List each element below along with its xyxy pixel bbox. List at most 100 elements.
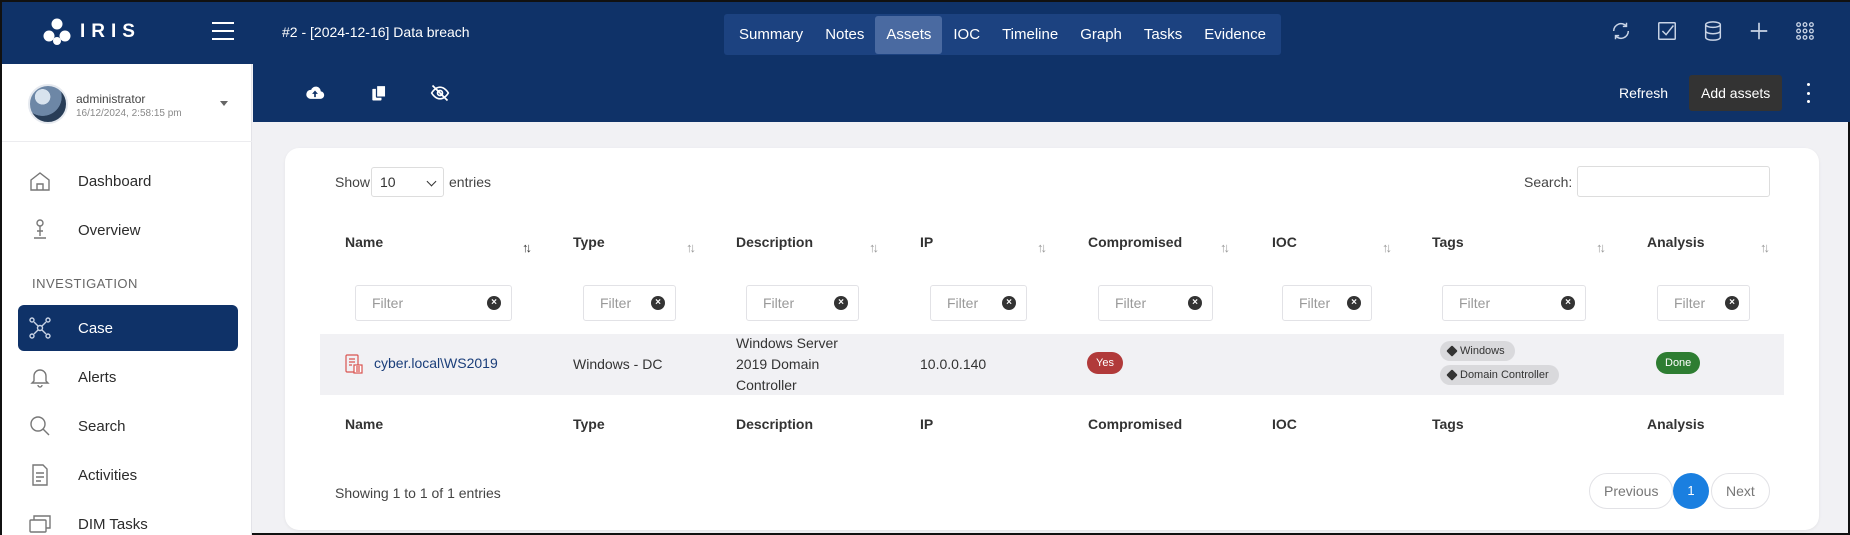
filter-input-description[interactable]: Filter × <box>746 285 859 321</box>
refresh-button[interactable]: Refresh <box>1609 76 1678 110</box>
table-row[interactable] <box>320 334 1784 395</box>
assets-toolbar: Refresh Add assets <box>253 64 1850 122</box>
document-icon <box>32 464 48 486</box>
clear-filter-icon[interactable]: × <box>1725 296 1739 310</box>
sort-icon[interactable]: ↑↓ <box>1760 240 1770 255</box>
sort-icon[interactable]: ↑↓ <box>1382 240 1392 255</box>
caret-down-icon[interactable] <box>220 101 228 106</box>
clear-filter-icon[interactable]: × <box>834 296 848 310</box>
case-title: #2 - [2024-12-16] Data breach <box>282 24 470 40</box>
filter-input-ip[interactable]: Filter × <box>930 285 1027 321</box>
sidebar-item-alerts[interactable]: Alerts <box>18 354 238 400</box>
column-header-ip[interactable]: IP <box>920 234 933 250</box>
sidebar-item-label: DIM Tasks <box>78 515 148 533</box>
column-header-name[interactable]: Name <box>345 234 383 250</box>
next-page-button[interactable]: Next <box>1711 473 1770 509</box>
sidebar-section-label: INVESTIGATION <box>32 276 138 291</box>
column-header-tags[interactable]: Tags <box>1432 234 1464 250</box>
filter-input-tags[interactable]: Filter × <box>1442 285 1586 321</box>
sidebar-item-overview[interactable]: Overview <box>18 207 238 253</box>
column-header-type[interactable]: Type <box>573 234 605 250</box>
sort-icon[interactable]: ↑↓ <box>686 240 696 255</box>
tag-label: Windows <box>1460 345 1505 357</box>
sidebar-item-case[interactable]: Case <box>18 305 238 351</box>
sort-icon[interactable]: ↑↓ <box>1596 240 1606 255</box>
sidebar-item-label: Overview <box>78 221 141 239</box>
overview-icon <box>34 219 46 239</box>
grid-icon[interactable] <box>1794 20 1816 42</box>
add-assets-button[interactable]: Add assets <box>1689 75 1783 111</box>
cloud-upload-icon[interactable] <box>305 83 325 103</box>
sort-icon[interactable]: ↑↓ <box>869 240 879 255</box>
tab-graph[interactable]: Graph <box>1069 16 1133 54</box>
refresh-icon[interactable] <box>1610 20 1632 42</box>
footer-header-name: Name <box>345 416 384 432</box>
sort-icon[interactable]: ↑↓ <box>522 240 532 255</box>
tab-ioc[interactable]: IOC <box>942 16 991 54</box>
asset-name-link[interactable]: cyber.local\WS2019 <box>374 355 498 371</box>
tab-tasks[interactable]: Tasks <box>1133 16 1193 54</box>
checkbox-icon[interactable] <box>1656 20 1678 42</box>
search-label: Search: <box>1524 174 1573 190</box>
tab-assets[interactable]: Assets <box>875 15 943 54</box>
filter-input-compromised[interactable]: Filter × <box>1098 285 1213 321</box>
previous-page-button[interactable]: Previous <box>1589 473 1674 509</box>
sidebar-item-dashboard[interactable]: Dashboard <box>18 158 238 204</box>
page-1-button[interactable]: 1 <box>1673 473 1709 509</box>
menu-toggle-icon[interactable] <box>212 22 234 40</box>
compromised-badge: Yes <box>1087 352 1123 374</box>
more-options-icon[interactable] <box>1804 83 1812 103</box>
filter-placeholder: Filter <box>1459 295 1491 311</box>
bell-icon <box>30 369 50 388</box>
filter-input-ioc[interactable]: Filter × <box>1282 285 1372 321</box>
sidebar-item-label: Alerts <box>78 368 117 386</box>
filter-input-type[interactable]: Filter × <box>583 285 676 321</box>
page-size-select[interactable]: 10 <box>371 167 444 197</box>
asset-type: Windows - DC <box>573 356 663 372</box>
tab-timeline[interactable]: Timeline <box>991 16 1069 54</box>
clear-filter-icon[interactable]: × <box>487 296 501 310</box>
footer-header-tags: Tags <box>1432 416 1464 432</box>
clear-filter-icon[interactable]: × <box>651 296 665 310</box>
sidebar-item-dim-tasks[interactable]: DIM Tasks <box>18 501 238 535</box>
user-panel[interactable]: administrator 16/12/2024, 2:58:15 pm <box>2 64 252 142</box>
column-header-compromised[interactable]: Compromised <box>1088 234 1182 250</box>
entries-label: entries <box>449 174 492 190</box>
plus-icon[interactable] <box>1748 20 1770 42</box>
clear-filter-icon[interactable]: × <box>1188 296 1202 310</box>
tag-badge[interactable]: Domain Controller <box>1440 365 1559 385</box>
assets-table-card: Show 10 entries Search: Name ↑↓ Type ↑↓ … <box>285 148 1819 530</box>
clear-filter-icon[interactable]: × <box>1347 296 1361 310</box>
filter-input-analysis[interactable]: Filter × <box>1657 285 1750 321</box>
sidebar-item-activities[interactable]: Activities <box>18 452 238 498</box>
filter-input-name[interactable]: Filter × <box>355 285 512 321</box>
search-icon <box>30 416 50 436</box>
top-navbar: IRIS #2 - [2024-12-16] Data breach Summa… <box>2 2 1850 64</box>
iris-logo-icon <box>43 18 71 45</box>
tab-summary[interactable]: Summary <box>728 16 814 54</box>
eye-slash-icon[interactable] <box>430 83 450 103</box>
table-info: Showing 1 to 1 of 1 entries <box>335 485 501 501</box>
sidebar-item-search[interactable]: Search <box>18 403 238 449</box>
clear-filter-icon[interactable]: × <box>1002 296 1016 310</box>
copy-icon[interactable] <box>369 83 389 103</box>
asset-ip: 10.0.0.140 <box>920 356 987 372</box>
column-header-ioc[interactable]: IOC <box>1272 234 1297 250</box>
sort-icon[interactable]: ↑↓ <box>1037 240 1047 255</box>
tab-evidence[interactable]: Evidence <box>1193 16 1277 54</box>
filter-placeholder: Filter <box>1115 295 1147 311</box>
footer-header-ip: IP <box>920 416 934 432</box>
sidebar-item-label: Case <box>78 319 114 337</box>
database-icon[interactable] <box>1702 20 1724 42</box>
clear-filter-icon[interactable]: × <box>1561 296 1575 310</box>
column-header-analysis[interactable]: Analysis <box>1647 234 1705 250</box>
chevron-down-icon <box>426 176 437 187</box>
column-header-description[interactable]: Description <box>736 234 813 250</box>
search-input[interactable] <box>1577 166 1770 197</box>
tag-badge[interactable]: Windows <box>1440 341 1515 361</box>
sort-icon[interactable]: ↑↓ <box>1220 240 1230 255</box>
tab-notes[interactable]: Notes <box>814 16 875 54</box>
network-icon <box>29 317 51 339</box>
top-actions <box>1610 20 1816 42</box>
footer-header-ioc: IOC <box>1272 416 1297 432</box>
